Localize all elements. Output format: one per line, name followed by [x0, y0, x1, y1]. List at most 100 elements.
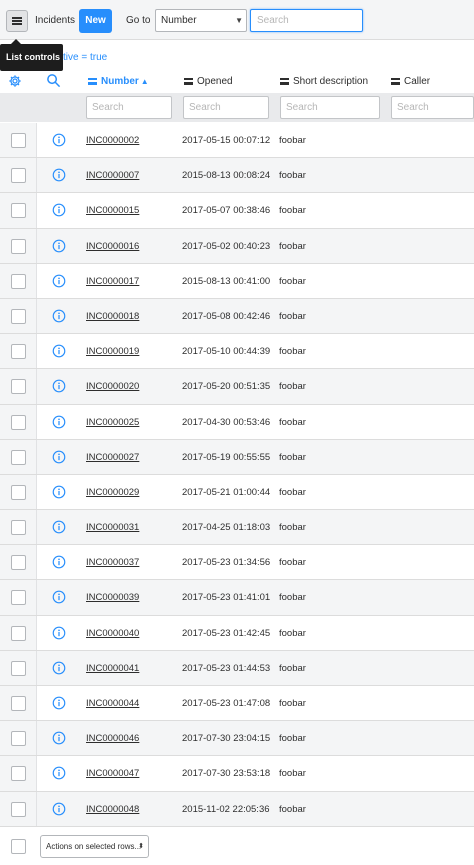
- incident-number-link[interactable]: INC0000031: [86, 522, 139, 533]
- row-checkbox[interactable]: [11, 731, 26, 747]
- short-description-search-input[interactable]: [280, 96, 380, 119]
- column-menu-icon[interactable]: [88, 78, 97, 85]
- goto-field-select[interactable]: Number ▼: [155, 9, 247, 32]
- row-checkbox[interactable]: [11, 379, 26, 395]
- column-menu-icon[interactable]: [184, 78, 193, 85]
- row-checkbox[interactable]: [11, 801, 26, 817]
- row-checkbox[interactable]: [11, 414, 26, 430]
- row-checkbox[interactable]: [11, 555, 26, 571]
- row-checkbox[interactable]: [11, 308, 26, 324]
- gear-icon[interactable]: [8, 74, 22, 88]
- row-checkbox[interactable]: [11, 520, 26, 536]
- info-circle-icon[interactable]: [52, 133, 66, 147]
- row-checkbox[interactable]: [11, 625, 26, 641]
- number-search-input[interactable]: [86, 96, 172, 119]
- actions-select-label: Actions on selected rows...: [46, 842, 142, 851]
- column-number-header[interactable]: Number ▲: [88, 76, 149, 87]
- table-row: INC0000016 2017-05-02 00:40:23 foobar: [0, 228, 474, 264]
- short-description-cell: foobar: [279, 768, 306, 780]
- opened-cell: 2017-05-23 01:41:01: [182, 592, 271, 604]
- incident-number-link[interactable]: INC0000041: [86, 663, 139, 674]
- row-checkbox[interactable]: [11, 660, 26, 676]
- caller-search-input[interactable]: [391, 96, 474, 119]
- info-circle-icon[interactable]: [52, 379, 66, 393]
- column-caller-header[interactable]: Caller: [391, 76, 430, 87]
- incident-number-link[interactable]: INC0000007: [86, 170, 139, 181]
- short-description-cell: foobar: [279, 698, 306, 709]
- row-checkbox[interactable]: [11, 203, 26, 219]
- search-input[interactable]: [250, 9, 363, 32]
- incident-number-link[interactable]: INC0000039: [86, 592, 139, 603]
- list-controls-button[interactable]: [6, 10, 28, 32]
- row-checkbox-cell: [0, 545, 37, 580]
- table-row: INC0000047 2017-07-30 23:53:18 foobar: [0, 756, 474, 792]
- column-menu-icon[interactable]: [280, 78, 289, 85]
- info-circle-icon[interactable]: [52, 415, 66, 429]
- short-description-cell: foobar: [279, 803, 306, 815]
- info-circle-icon[interactable]: [52, 661, 66, 675]
- info-circle-icon[interactable]: [52, 520, 66, 534]
- column-short-description-header[interactable]: Short description: [280, 76, 368, 87]
- row-checkbox-cell: [0, 580, 37, 615]
- row-checkbox[interactable]: [11, 484, 26, 500]
- row-checkbox[interactable]: [11, 273, 26, 289]
- table-row: INC0000031 2017-04-25 01:18:03 foobar: [0, 510, 474, 546]
- info-circle-icon[interactable]: [52, 766, 66, 780]
- info-circle-icon[interactable]: [52, 309, 66, 323]
- short-description-cell: foobar: [279, 662, 306, 674]
- info-circle-icon[interactable]: [52, 626, 66, 640]
- column-opened-header[interactable]: Opened: [184, 76, 233, 87]
- info-circle-icon[interactable]: [52, 731, 66, 745]
- incident-number-link[interactable]: INC0000037: [86, 557, 139, 568]
- search-icon[interactable]: [46, 73, 61, 88]
- opened-search-input[interactable]: [183, 96, 269, 119]
- incident-number-link[interactable]: INC0000016: [86, 241, 139, 252]
- row-checkbox[interactable]: [11, 133, 26, 148]
- info-circle-icon[interactable]: [52, 450, 66, 464]
- row-checkbox[interactable]: [11, 590, 26, 606]
- incident-number-link[interactable]: INC0000048: [86, 804, 139, 815]
- incident-number-link[interactable]: INC0000046: [86, 733, 139, 744]
- filter-breadcrumb[interactable]: ctive = true: [58, 52, 107, 63]
- new-button[interactable]: New: [79, 9, 112, 33]
- info-circle-icon[interactable]: [52, 802, 66, 816]
- info-circle-icon[interactable]: [52, 696, 66, 710]
- incident-table-body: INC0000002 2017-05-15 00:07:12 foobar INC00…: [0, 123, 474, 827]
- row-checkbox[interactable]: [11, 449, 26, 465]
- row-checkbox[interactable]: [11, 238, 26, 254]
- incident-number-link[interactable]: INC0000017: [86, 276, 139, 287]
- row-checkbox-cell: [0, 510, 37, 545]
- incident-number-link[interactable]: INC0000020: [86, 381, 139, 392]
- opened-cell: 2015-08-13 00:08:24: [182, 170, 271, 182]
- info-circle-icon[interactable]: [52, 344, 66, 358]
- select-all-checkbox[interactable]: [11, 839, 26, 854]
- row-checkbox[interactable]: [11, 696, 26, 711]
- opened-cell: 2017-05-15 00:07:12: [182, 135, 271, 146]
- table-row: INC0000041 2017-05-23 01:44:53 foobar: [0, 650, 474, 686]
- incident-number-link[interactable]: INC0000029: [86, 487, 139, 498]
- row-checkbox[interactable]: [11, 344, 26, 360]
- column-menu-icon[interactable]: [391, 78, 400, 85]
- incident-number-link[interactable]: INC0000027: [86, 452, 139, 463]
- incident-number-link[interactable]: INC0000047: [86, 768, 139, 779]
- info-circle-icon[interactable]: [52, 168, 66, 182]
- row-checkbox-cell: [0, 791, 37, 826]
- info-circle-icon[interactable]: [52, 555, 66, 569]
- opened-cell: 2017-04-30 00:53:46: [182, 416, 271, 428]
- row-checkbox[interactable]: [11, 168, 26, 184]
- info-circle-icon[interactable]: [52, 239, 66, 253]
- row-checkbox[interactable]: [11, 766, 26, 782]
- list-title: Incidents: [35, 15, 76, 26]
- info-circle-icon[interactable]: [52, 203, 66, 217]
- actions-select[interactable]: Actions on selected rows... ⬍: [40, 835, 149, 858]
- info-circle-icon[interactable]: [52, 274, 66, 288]
- incident-number-link[interactable]: INC0000015: [86, 205, 139, 216]
- incident-number-link[interactable]: INC0000019: [86, 346, 139, 357]
- info-circle-icon[interactable]: [52, 590, 66, 604]
- incident-number-link[interactable]: INC0000044: [86, 698, 139, 709]
- incident-number-link[interactable]: INC0000018: [86, 311, 139, 322]
- incident-number-link[interactable]: INC0000025: [86, 417, 139, 428]
- incident-number-link[interactable]: INC0000002: [86, 135, 139, 146]
- info-circle-icon[interactable]: [52, 485, 66, 499]
- incident-number-link[interactable]: INC0000040: [86, 628, 139, 639]
